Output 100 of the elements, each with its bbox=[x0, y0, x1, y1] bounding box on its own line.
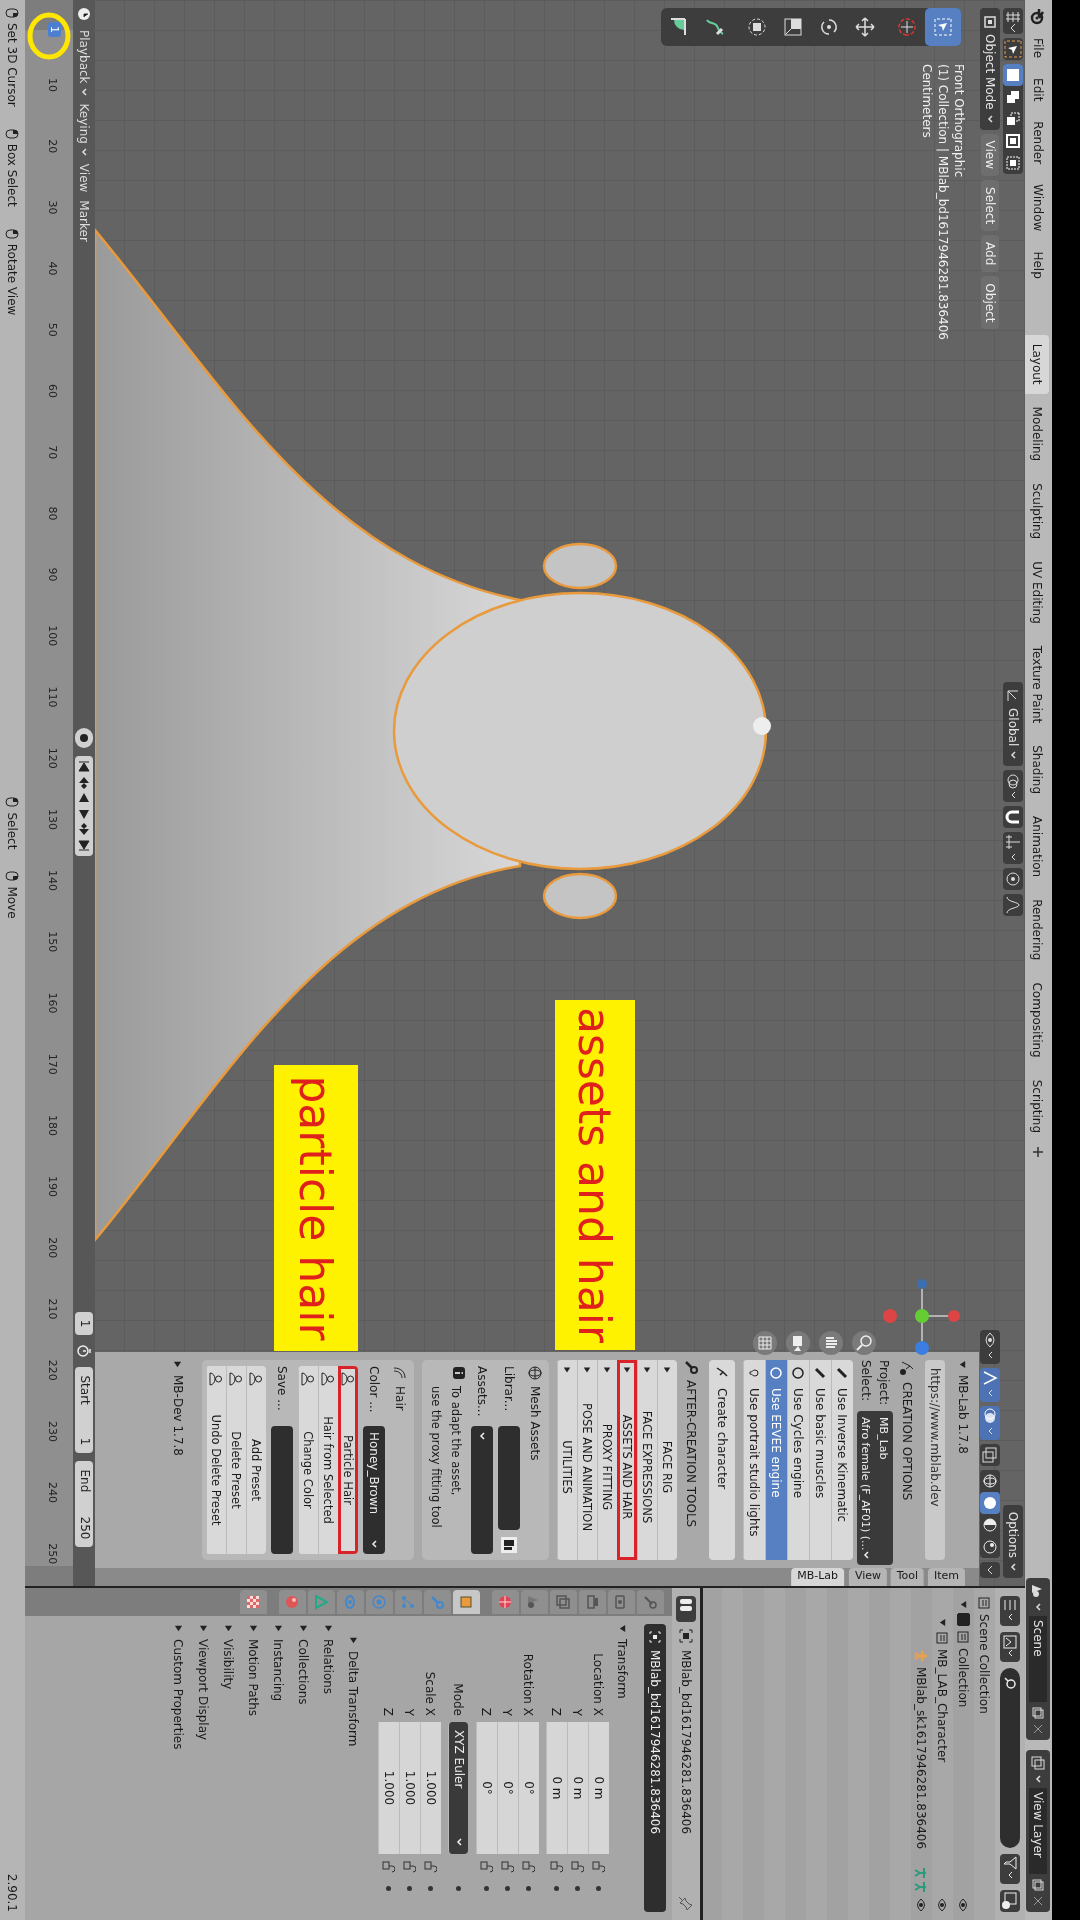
tool-section-button[interactable]: PROXY FITTING bbox=[597, 1360, 617, 1560]
close-icon[interactable] bbox=[1033, 1896, 1044, 1906]
expanded-arrow-icon[interactable] bbox=[938, 1618, 947, 1627]
outliner-item[interactable]: Collection bbox=[956, 1648, 971, 1708]
sidebar-tab[interactable]: View bbox=[848, 1568, 887, 1586]
pivot-icon[interactable] bbox=[1003, 770, 1024, 803]
hair-action-button[interactable]: Change Color bbox=[298, 1366, 318, 1554]
new-collection-icon[interactable] bbox=[1000, 1890, 1020, 1912]
tool-section-button[interactable]: FACE EXPRESSIONS bbox=[637, 1360, 657, 1560]
collapsed-arrow-icon[interactable] bbox=[199, 1624, 208, 1633]
select-box-icon[interactable] bbox=[925, 8, 961, 46]
xray-icon[interactable] bbox=[980, 1444, 1001, 1466]
visibility-icon[interactable] bbox=[980, 1330, 1001, 1364]
plus-icon[interactable] bbox=[1032, 1146, 1045, 1159]
keyframe-dot-icon[interactable] bbox=[386, 1886, 391, 1891]
panel-title[interactable]: Relations bbox=[321, 1639, 336, 1695]
timeline-menu[interactable]: Marker bbox=[77, 200, 91, 242]
lock-icon[interactable] bbox=[479, 1860, 494, 1874]
timeline-menu[interactable]: View bbox=[77, 163, 91, 193]
eye-icon[interactable] bbox=[958, 1898, 969, 1912]
hair-action-button[interactable]: Hair from Selected bbox=[318, 1366, 338, 1554]
number-field[interactable]: 0° bbox=[497, 1722, 518, 1854]
lock-icon[interactable] bbox=[500, 1860, 515, 1874]
orientation-dropdown[interactable]: Global bbox=[1003, 682, 1024, 767]
keyframe-dot-icon[interactable] bbox=[575, 1886, 580, 1891]
lock-icon[interactable] bbox=[549, 1860, 564, 1874]
workspace-tab[interactable]: Scripting bbox=[1025, 1070, 1049, 1143]
copy-icon[interactable] bbox=[1032, 1879, 1045, 1891]
keyframe-dot-icon[interactable] bbox=[484, 1886, 489, 1891]
panel-title[interactable]: Transform bbox=[615, 1639, 630, 1699]
scene-selector[interactable]: Scene bbox=[1026, 1578, 1051, 1740]
hand-icon[interactable] bbox=[818, 1330, 844, 1356]
search-field[interactable] bbox=[1000, 1668, 1020, 1848]
camera-icon[interactable] bbox=[785, 1330, 811, 1356]
keyframe-dot-icon[interactable] bbox=[407, 1886, 412, 1891]
view-layer-selector[interactable]: View Layer bbox=[1026, 1750, 1051, 1912]
current-frame-field[interactable]: 1 bbox=[75, 1311, 93, 1336]
gizmo-icon[interactable] bbox=[980, 1368, 1001, 1402]
timeline-menu[interactable]: Playback bbox=[77, 30, 91, 96]
editor-type-icon[interactable] bbox=[676, 1596, 696, 1622]
falloff-curve-icon[interactable] bbox=[1003, 894, 1024, 917]
frame-ruler[interactable]: 1 10 20 30 40 50 60 70 80 90 100 110 120 130 140 150 160 170 180 190 200 210 220 230 240 250 bbox=[25, 0, 73, 1586]
lock-icon[interactable] bbox=[402, 1860, 417, 1874]
panel-title[interactable]: Motion Paths bbox=[246, 1639, 261, 1717]
panel-title[interactable]: Visibility bbox=[221, 1639, 236, 1690]
panel-title[interactable]: Delta Transform bbox=[346, 1651, 361, 1747]
pin-icon[interactable] bbox=[678, 1896, 694, 1912]
menu-item[interactable]: Help bbox=[1029, 243, 1048, 287]
rotation-mode-dropdown[interactable]: XYZ Euler bbox=[448, 1722, 469, 1854]
grid-icon[interactable] bbox=[752, 1330, 778, 1356]
collapsed-arrow-icon[interactable] bbox=[299, 1624, 308, 1633]
menu-item[interactable]: Edit bbox=[1029, 70, 1048, 110]
lock-icon[interactable] bbox=[570, 1860, 585, 1874]
panel-title[interactable]: Collections bbox=[296, 1639, 311, 1705]
3d-viewport[interactable] bbox=[95, 0, 1025, 1586]
proportional-editing-icon[interactable] bbox=[1003, 868, 1024, 891]
header-menu[interactable]: Select bbox=[981, 180, 1000, 232]
number-field[interactable]: 1.000 bbox=[420, 1722, 441, 1854]
eye-icon[interactable] bbox=[916, 1898, 927, 1912]
close-icon[interactable] bbox=[1033, 1724, 1044, 1734]
tool-section-button[interactable]: FACE RIG bbox=[657, 1360, 677, 1560]
panel-title[interactable]: Viewport Display bbox=[196, 1639, 211, 1741]
tool-section-button[interactable]: ASSETS AND HAIR bbox=[617, 1360, 637, 1560]
sidebar-tab[interactable]: MB-Lab bbox=[791, 1568, 845, 1586]
workspace-tab[interactable]: Compositing bbox=[1025, 973, 1049, 1067]
hair-color-dropdown[interactable]: Honey_Brown bbox=[363, 1426, 385, 1554]
expanded-arrow-icon[interactable] bbox=[618, 1624, 627, 1633]
filter-icon[interactable] bbox=[1000, 1854, 1020, 1884]
snap-increment-icon[interactable] bbox=[1003, 832, 1024, 865]
menu-item[interactable]: Render bbox=[1029, 113, 1048, 173]
number-field[interactable]: 1.000 bbox=[399, 1722, 420, 1854]
workspace-tab[interactable]: UV Editing bbox=[1025, 552, 1049, 633]
lock-icon[interactable] bbox=[423, 1860, 438, 1874]
keyframe-dot-icon[interactable] bbox=[596, 1886, 601, 1891]
lock-icon[interactable] bbox=[381, 1860, 396, 1874]
stopwatch-icon[interactable] bbox=[76, 1343, 92, 1360]
hair-action-button[interactable]: Particle Hair bbox=[338, 1366, 358, 1554]
checkbox[interactable] bbox=[957, 1613, 970, 1626]
number-field[interactable]: 0° bbox=[518, 1722, 539, 1854]
zoom-icon[interactable] bbox=[851, 1330, 877, 1356]
magnet-icon[interactable] bbox=[1003, 806, 1024, 829]
menu-item[interactable]: File bbox=[1029, 30, 1048, 67]
menu-item[interactable]: Window bbox=[1029, 176, 1048, 240]
tool-section-button[interactable]: UTILITIES bbox=[557, 1360, 577, 1560]
toggle-button[interactable]: Use basic muscles bbox=[809, 1360, 831, 1560]
header-menu[interactable]: Object bbox=[981, 276, 1000, 330]
end-frame-field[interactable]: End 250 bbox=[75, 1461, 93, 1548]
expanded-arrow-icon[interactable] bbox=[958, 1360, 968, 1369]
collapsed-arrow-icon[interactable] bbox=[224, 1624, 233, 1633]
collapsed-arrow-icon[interactable] bbox=[324, 1624, 333, 1633]
editor-type-icon[interactable] bbox=[1003, 8, 1024, 34]
collapsed-arrow-icon[interactable] bbox=[249, 1624, 258, 1633]
toggle-button[interactable]: Use Inverse Kinematic bbox=[831, 1360, 853, 1560]
mode-dropdown[interactable]: Object Mode bbox=[980, 8, 1001, 130]
overlays-icon[interactable] bbox=[980, 1406, 1001, 1440]
header-menu[interactable]: Add bbox=[981, 235, 1000, 273]
outliner-item[interactable]: Scene Collection bbox=[977, 1614, 992, 1714]
url-field[interactable]: https://www.mblab.dev bbox=[925, 1360, 945, 1560]
properties-tab[interactable] bbox=[240, 1590, 267, 1614]
number-field[interactable]: 0 m bbox=[567, 1722, 588, 1854]
